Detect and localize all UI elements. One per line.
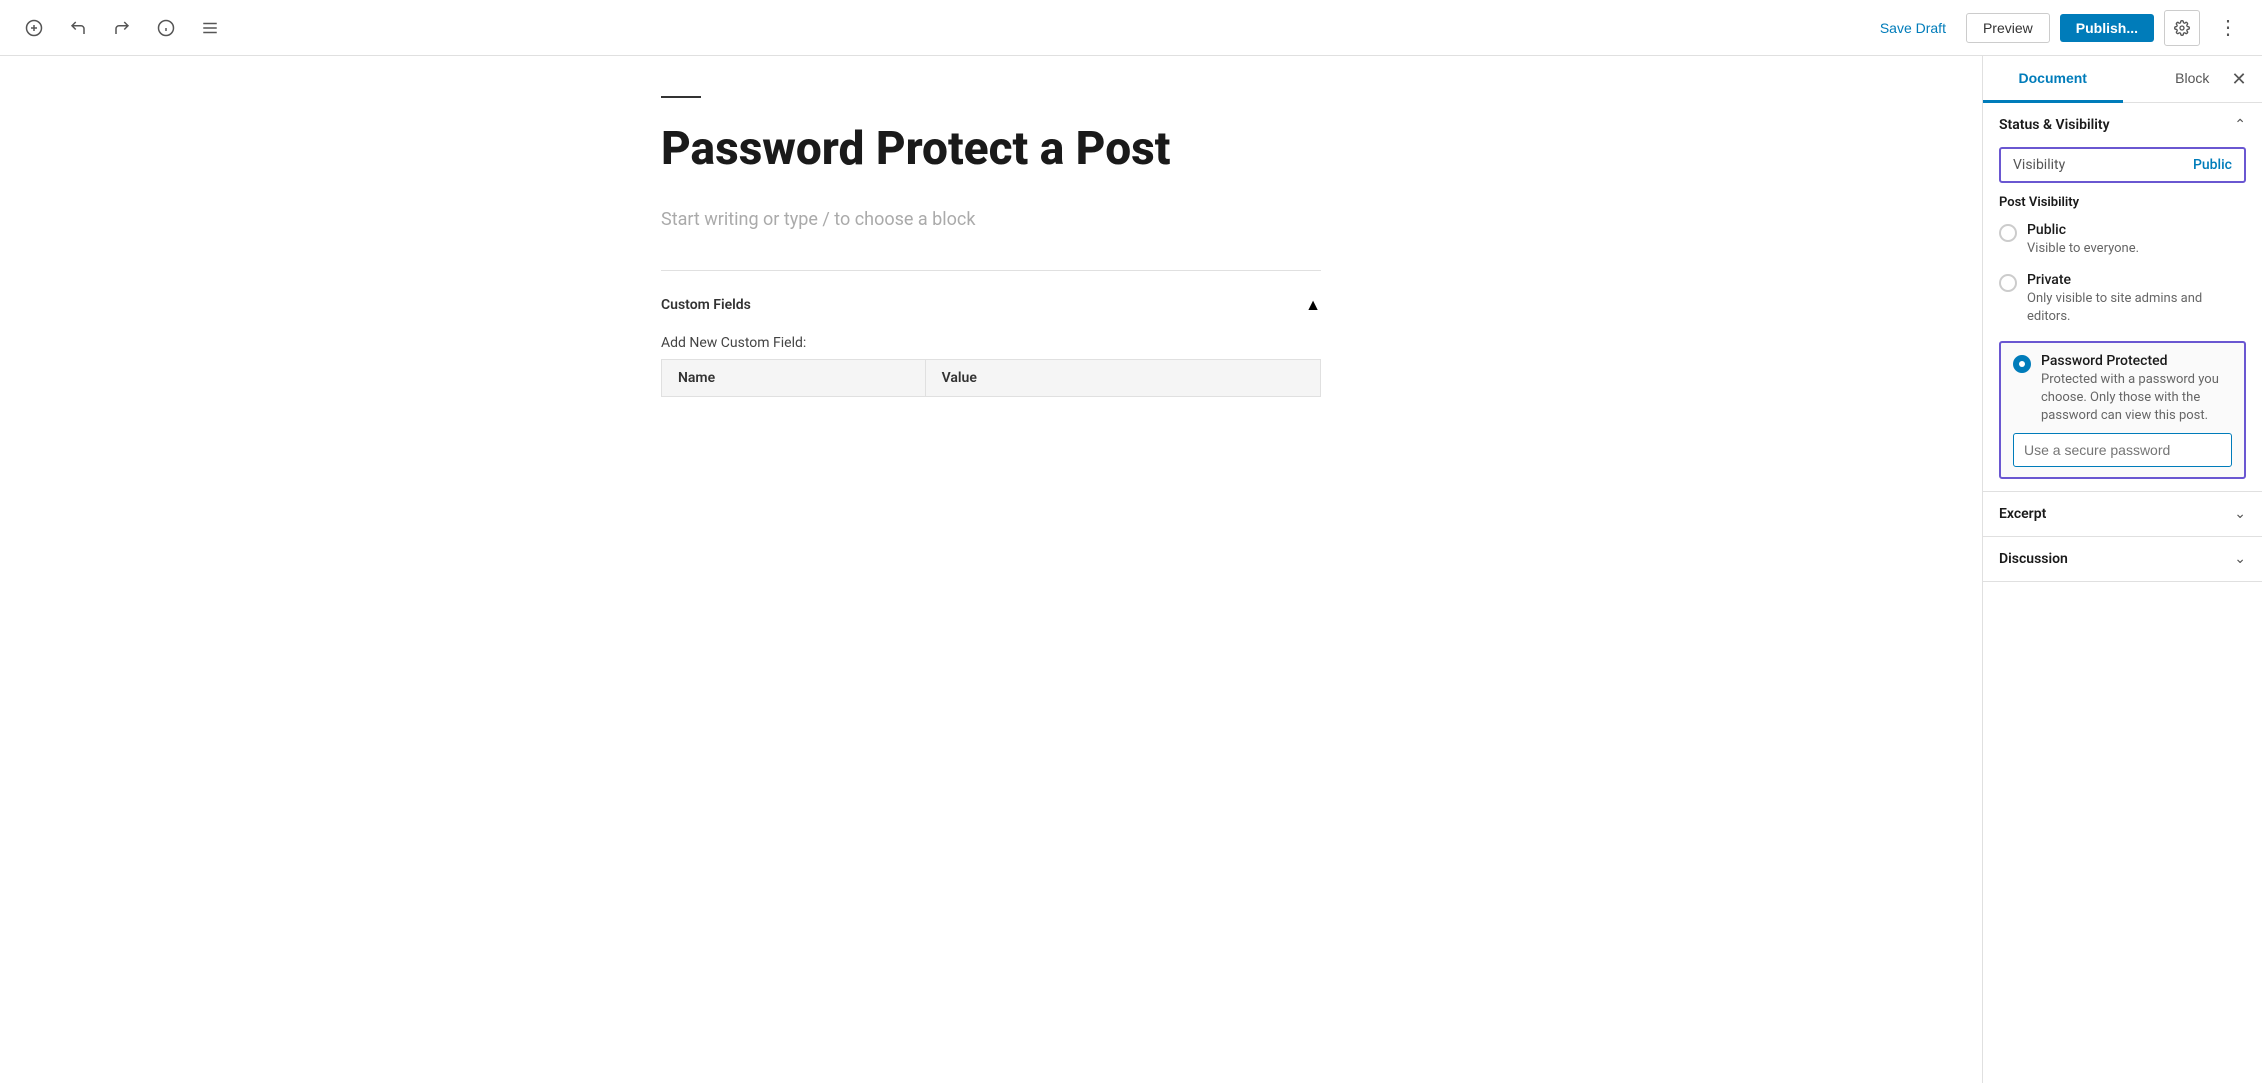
custom-fields-header[interactable]: Custom Fields ▲ [661,287,1321,323]
excerpt-title: Excerpt [1999,506,2046,522]
editor-placeholder[interactable]: Start writing or type / to choose a bloc… [661,209,1321,230]
radio-private-title: Private [2027,272,2246,288]
publish-button[interactable]: Publish... [2060,14,2154,42]
custom-fields-table: Name Value [661,359,1321,397]
password-protected-box: Password Protected Protected with a pass… [1999,341,2246,480]
visibility-value[interactable]: Public [2193,157,2232,173]
password-input[interactable] [2013,433,2232,467]
sidebar-tabs: Document Block ✕ [1983,56,2262,103]
radio-public-desc: Visible to everyone. [2027,240,2139,258]
editor-area[interactable]: Password Protect a Post Start writing or… [0,56,1982,1083]
cf-name-header: Name [662,360,926,397]
radio-password-title: Password Protected [2041,353,2232,369]
save-draft-button[interactable]: Save Draft [1870,14,1956,42]
title-separator [661,96,701,98]
discussion-header[interactable]: Discussion ⌄ [1983,537,2262,581]
radio-option-public[interactable]: Public Visible to everyone. [1999,222,2246,258]
discussion-section: Discussion ⌄ [1983,537,2262,582]
radio-public-content: Public Visible to everyone. [2027,222,2139,258]
excerpt-chevron: ⌄ [2234,506,2246,522]
radio-password-content: Password Protected Protected with a pass… [2041,353,2232,426]
radio-private-desc: Only visible to site admins and editors. [2027,290,2246,326]
radio-password[interactable] [2013,355,2031,373]
main-layout: Password Protect a Post Start writing or… [0,56,2262,1083]
radio-public-title: Public [2027,222,2139,238]
custom-fields-title: Custom Fields [661,297,751,313]
discussion-chevron: ⌄ [2234,551,2246,567]
excerpt-header[interactable]: Excerpt ⌄ [1983,492,2262,536]
toolbar: Save Draft Preview Publish... ⋮ [0,0,2262,56]
excerpt-section: Excerpt ⌄ [1983,492,2262,537]
sidebar-close-button[interactable]: ✕ [2224,64,2254,94]
post-visibility-panel: Post Visibility Public Visible to everyo… [1983,195,2262,491]
radio-private[interactable] [1999,274,2017,292]
info-button[interactable] [148,10,184,46]
status-visibility-title: Status & Visibility [1999,117,2110,133]
editor-content: Password Protect a Post Start writing or… [621,96,1361,409]
redo-button[interactable] [104,10,140,46]
custom-fields-collapse-icon: ▲ [1305,295,1321,315]
visibility-label: Visibility [2013,157,2065,173]
toolbar-right: Save Draft Preview Publish... ⋮ [1870,10,2246,46]
radio-option-private[interactable]: Private Only visible to site admins and … [1999,272,2246,326]
add-new-custom-field-label: Add New Custom Field: [661,335,1321,351]
more-options-button[interactable]: ⋮ [2210,10,2246,46]
radio-public[interactable] [1999,224,2017,242]
radio-option-password[interactable]: Password Protected Protected with a pass… [2013,353,2232,426]
add-block-button[interactable] [16,10,52,46]
discussion-title: Discussion [1999,551,2068,567]
undo-button[interactable] [60,10,96,46]
preview-button[interactable]: Preview [1966,13,2050,43]
status-visibility-chevron: ⌃ [2234,117,2246,133]
cf-value-header: Value [925,360,1320,397]
status-visibility-section: Status & Visibility ⌃ Visibility Public … [1983,103,2262,492]
post-title[interactable]: Password Protect a Post [661,122,1321,177]
menu-button[interactable] [192,10,228,46]
custom-fields-section: Custom Fields ▲ Add New Custom Field: Na… [661,270,1321,409]
sidebar: Document Block ✕ Status & Visibility ⌃ V… [1982,56,2262,1083]
password-input-wrapper [2013,433,2232,467]
post-visibility-title: Post Visibility [1999,195,2246,210]
settings-button[interactable] [2164,10,2200,46]
visibility-row[interactable]: Visibility Public [1999,147,2246,183]
radio-private-content: Private Only visible to site admins and … [2027,272,2246,326]
toolbar-left [16,10,228,46]
custom-fields-body: Add New Custom Field: Name Value [661,323,1321,409]
tab-document[interactable]: Document [1983,56,2123,103]
radio-password-desc: Protected with a password you choose. On… [2041,371,2232,426]
status-visibility-header[interactable]: Status & Visibility ⌃ [1983,103,2262,147]
